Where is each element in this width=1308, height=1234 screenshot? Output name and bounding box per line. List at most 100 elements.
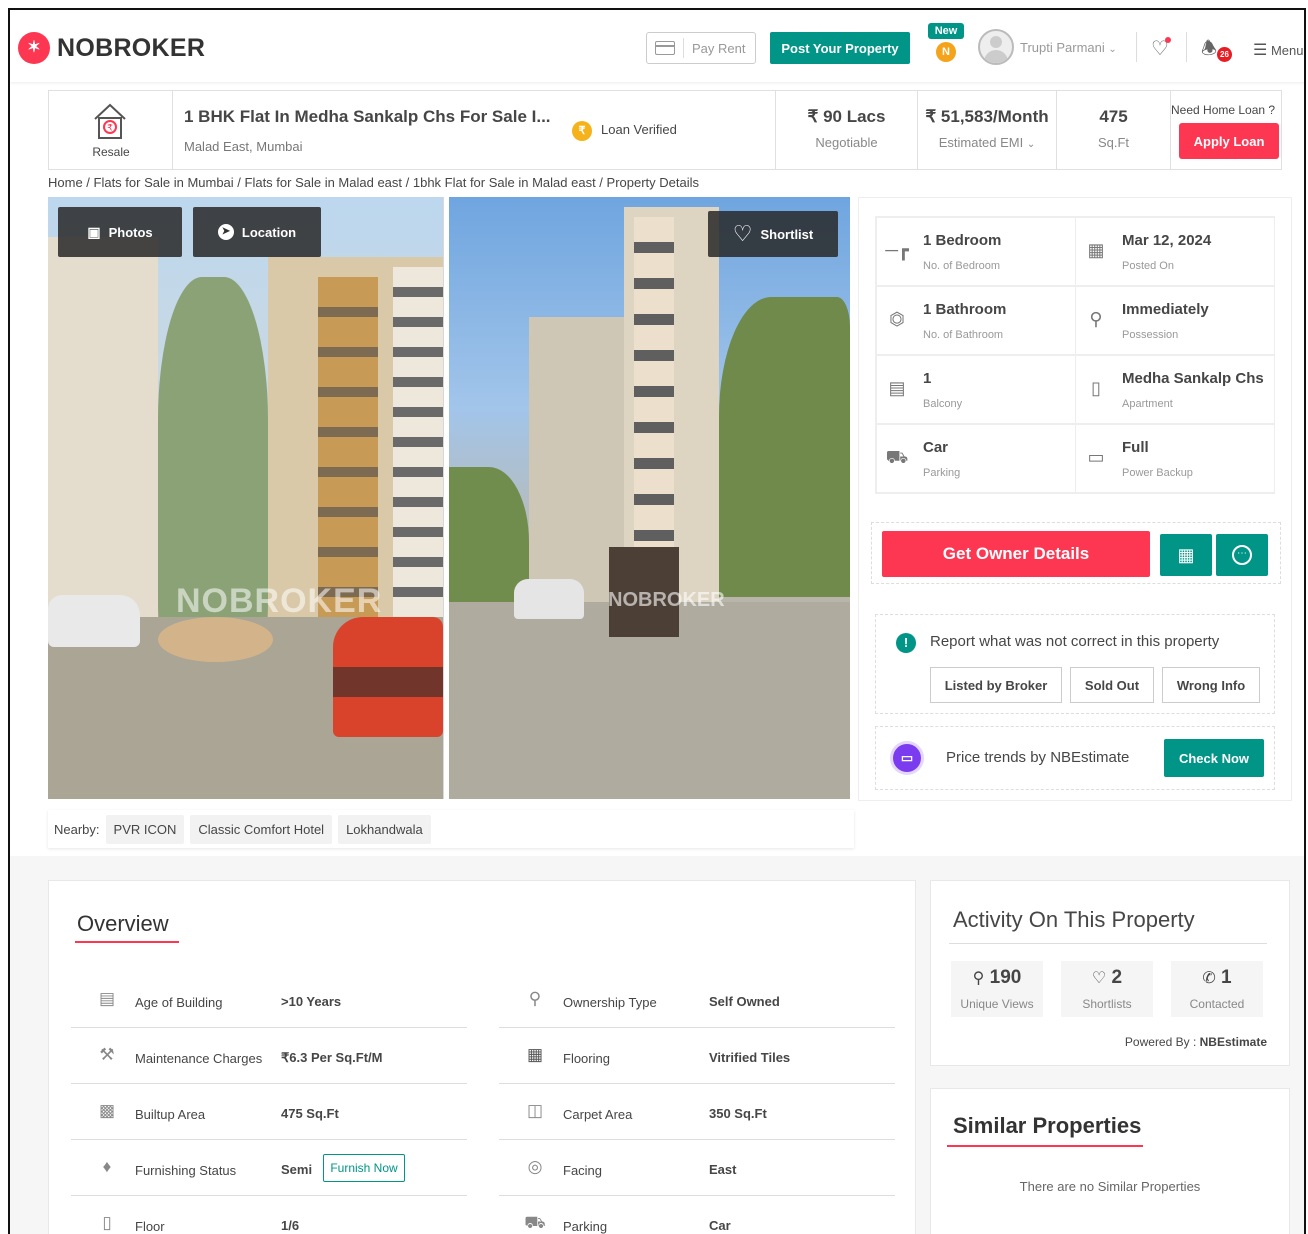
property-photo-1[interactable] [48, 197, 443, 799]
listed-by-broker-button[interactable]: Listed by Broker [930, 667, 1062, 703]
overview-row: ▩ Builtup Area 475 Sq.Ft [71, 1085, 467, 1140]
car-icon: ⛟ [524, 1213, 546, 1232]
schedule-visit-button[interactable]: ▦ [1160, 534, 1212, 576]
check-now-button[interactable]: Check Now [1164, 739, 1264, 777]
nearby-chip[interactable]: PVR ICON [105, 814, 185, 844]
nearby-chip[interactable]: Lokhandwala [338, 814, 431, 844]
property-photo-2[interactable] [449, 197, 850, 799]
furnish-now-button[interactable]: Furnish Now [323, 1154, 405, 1182]
compass-icon: ➤ [217, 224, 234, 240]
price-negotiable: Negotiable [815, 135, 878, 150]
tools-icon: ⚒ [99, 1045, 115, 1064]
chat-button[interactable]: ⋯ [1216, 534, 1268, 576]
chevron-down-icon: ⌄ [1026, 139, 1036, 150]
detail-possession: ⚲ Immediately Possession [1075, 286, 1275, 355]
breadcrumb[interactable]: Home / Flats for Sale in Mumbai / Flats … [48, 175, 699, 190]
property-location: Malad East, Mumbai [184, 139, 303, 154]
nb-coin-icon[interactable]: N [936, 42, 956, 62]
post-property-button[interactable]: Post Your Property [770, 32, 910, 64]
overview-label: Age of Building [135, 995, 223, 1010]
emi-label: Estimated EMI [938, 135, 1024, 150]
overview-row: ▦ Flooring Vitrified Tiles [499, 1029, 895, 1084]
overview-card: Overview ▤ Age of Building >10 Years ⚲ O… [48, 880, 916, 1234]
powered-by: Powered By : NBEstimate [1125, 1035, 1267, 1049]
nobroker-logo[interactable]: NOBROKER [57, 34, 205, 63]
detail-value: Full [1122, 439, 1149, 456]
overview-value: ₹6.3 Per Sq.Ft/M [281, 1050, 383, 1065]
sold-out-button[interactable]: Sold Out [1070, 667, 1154, 703]
stat-value: 2 [1111, 967, 1123, 988]
bed-icon: ─┏ [885, 240, 909, 260]
nobroker-logo-icon[interactable]: ✶ [18, 32, 50, 64]
powered-label: Powered By : [1124, 1035, 1197, 1049]
property-title: 1 BHK Flat In Medha Sankalp Chs For Sale… [184, 107, 551, 126]
user-menu[interactable]: Trupti Parmani ⌄ [1020, 40, 1117, 55]
overview-value: Vitrified Tiles [709, 1050, 791, 1065]
overview-value: >10 Years [281, 994, 342, 1009]
pay-rent-label: Pay Rent [692, 40, 746, 56]
wrong-info-button[interactable]: Wrong Info [1162, 667, 1260, 703]
emi-cell[interactable]: ₹ 51,583/Month Estimated EMI ⌄ [918, 91, 1057, 169]
title-underline [947, 1145, 1143, 1147]
balcony-icon: ▤ [888, 378, 906, 398]
similar-properties-card: Similar Properties There are no Similar … [930, 1088, 1290, 1234]
stat-label: Shortlists [1082, 997, 1132, 1011]
buildings-icon: ▩ [98, 1101, 116, 1120]
shortlist-button[interactable]: ♡ Shortlist [708, 211, 838, 257]
powered-value: NBEstimate [1199, 1035, 1267, 1049]
apply-loan-button[interactable]: Apply Loan [1179, 123, 1279, 159]
detail-label: Posted On [1122, 260, 1174, 272]
new-badge: New [928, 23, 964, 39]
detail-value: Medha Sankalp Chs [1122, 370, 1264, 387]
watermark: NOBROKER [176, 582, 383, 620]
loan-verified-icon: ₹ [572, 121, 592, 141]
calendar-icon: ▦ [1177, 544, 1195, 565]
overview-row: ▤ Age of Building >10 Years [71, 973, 467, 1028]
nearby-bar: Nearby: PVR ICON Classic Comfort Hotel L… [48, 810, 854, 848]
camera-icon: ▣ [87, 223, 101, 240]
menu-button[interactable]: ☰ Menu [1253, 40, 1304, 60]
area-cell: 475 Sq.Ft [1057, 91, 1171, 169]
nearby-chip[interactable]: Classic Comfort Hotel [190, 814, 333, 844]
overview-row: ♦ Furnishing Status Semi Furnish Now [71, 1141, 467, 1196]
detail-label: Balcony [923, 398, 963, 410]
loan-verified-label: Loan Verified [601, 122, 677, 137]
overview-value: Car [709, 1218, 731, 1233]
overview-label: Ownership Type [563, 995, 657, 1010]
overview-value: Self Owned [709, 994, 780, 1009]
pay-rent-button[interactable]: Pay Rent [646, 32, 756, 64]
user-name: Trupti Parmani [1020, 40, 1105, 55]
phone-icon: ✆ [1202, 970, 1216, 987]
area-unit: Sq.Ft [1097, 135, 1130, 150]
battery-icon: ▭ [1087, 447, 1105, 467]
chevron-down-icon: ⌄ [1108, 44, 1117, 55]
empty-state-text: There are no Similar Properties [1019, 1179, 1201, 1194]
divider [1136, 32, 1137, 62]
get-owner-details-button[interactable]: Get Owner Details [882, 531, 1150, 577]
overview-value: 1/6 [281, 1218, 300, 1233]
detail-label: No. of Bedroom [923, 260, 1001, 272]
price-trend-text: Price trends by NBEstimate [946, 749, 1130, 766]
area-value: 475 [1099, 107, 1128, 126]
photo-gallery[interactable]: NOBROKER NOBROKER ▣ Photos ➤ Location ♡ … [48, 197, 850, 799]
avatar[interactable] [978, 29, 1014, 65]
overview-label: Carpet Area [563, 1107, 633, 1122]
overview-value: 350 Sq.Ft [709, 1106, 767, 1121]
overview-row: ⚲ Ownership Type Self Owned [499, 973, 895, 1028]
activity-title: Activity On This Property [953, 907, 1195, 932]
photos-button[interactable]: ▣ Photos [58, 207, 182, 257]
shortlist-heart-icon[interactable]: ♡ [1151, 36, 1171, 61]
overview-label: Furnishing Status [135, 1163, 237, 1178]
contacted-stat: ✆ 1 Contacted [1171, 961, 1263, 1017]
overview-row: ⚒ Maintenance Charges ₹6.3 Per Sq.Ft/M [71, 1029, 467, 1084]
detail-label: No. of Bathroom [923, 329, 1004, 341]
overview-value: 475 Sq.Ft [281, 1106, 339, 1121]
shortlists-stat: ♡ 2 Shortlists [1061, 961, 1153, 1017]
hamburger-icon: ☰ [1253, 42, 1268, 59]
location-label: Location [241, 224, 297, 240]
stat-value: 190 [989, 967, 1022, 988]
location-button[interactable]: ➤ Location [193, 207, 321, 257]
bell-icon[interactable]: 🕭 [1201, 36, 1217, 66]
report-title: Report what was not correct in this prop… [930, 633, 1220, 650]
shortlist-label: Shortlist [760, 226, 814, 242]
